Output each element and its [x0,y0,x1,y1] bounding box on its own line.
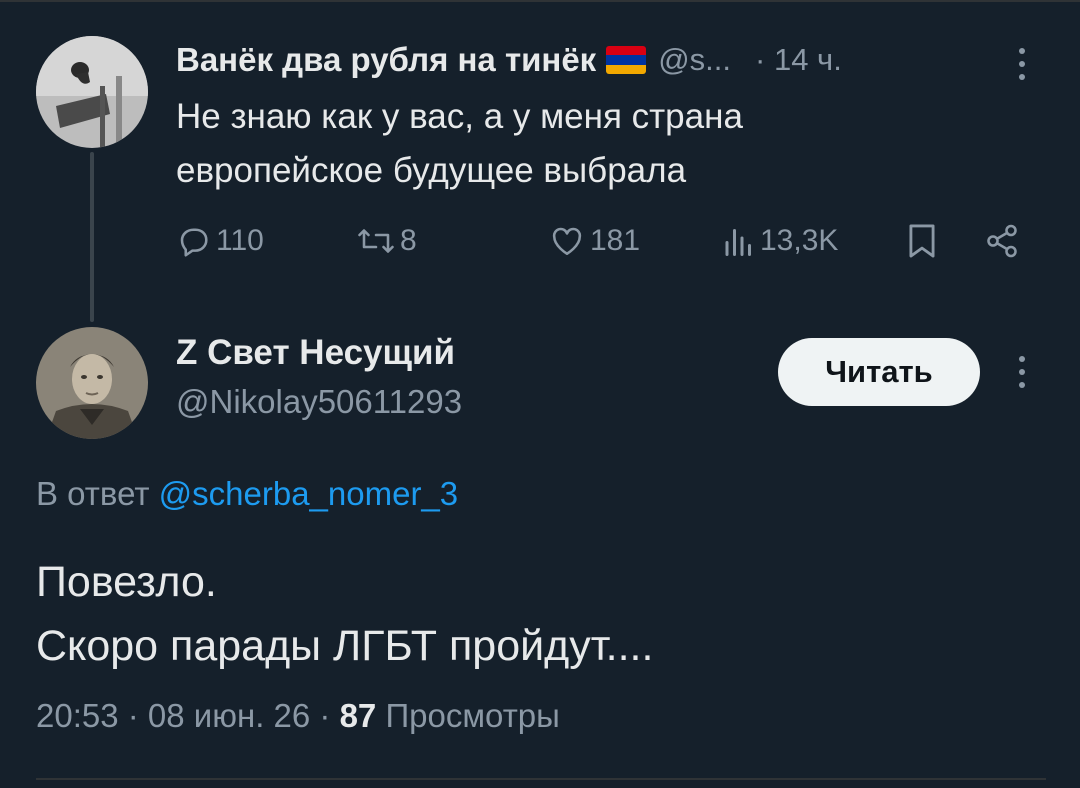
author-avatar[interactable] [36,327,148,439]
parent-tweet-text: Не знаю как у вас, а у меня страна европ… [176,90,1026,198]
reply-to-line: В ответ @scherba_nomer_3 [36,475,458,513]
parent-avatar[interactable] [36,36,148,148]
thread-line [90,152,94,322]
bookmark-button[interactable] [906,218,942,264]
views-count: 13,3K [760,224,839,257]
author-handle[interactable]: @Nikolay50611293 [176,383,462,421]
tweet-views-label: Просмотры [376,697,560,734]
retweet-button[interactable]: 8 [356,218,417,264]
parent-header: Ванёк два рубля на тинёк @s... · 14 ч. [176,36,1036,84]
parent-handle[interactable]: @s... [658,42,731,78]
retweet-icon [356,223,400,259]
tweet-text: Повезло. Скоро парады ЛГБТ пройдут.... [36,550,1036,678]
retweet-count: 8 [400,224,417,257]
like-icon [548,223,590,259]
reply-count: 110 [216,224,264,257]
follow-button[interactable]: Читать [778,338,980,406]
more-icon[interactable] [1010,352,1034,388]
views-button[interactable]: 13,3K [722,218,838,264]
tweet-text-line-2: Скоро парады ЛГБТ пройдут.... [36,622,654,670]
top-divider [0,0,1080,2]
reply-button[interactable]: 110 [176,218,264,264]
parent-text-line-2: европейское будущее выбрала [176,151,687,190]
tweet-text-line-1: Повезло. [36,558,217,606]
parent-time[interactable]: · 14 ч. [755,42,842,78]
bottom-divider [36,778,1046,780]
more-icon[interactable] [1010,44,1034,80]
armenia-flag-icon [606,46,647,74]
tweet-views-count: 87 [339,697,377,734]
reply-to-mention[interactable]: @scherba_nomer_3 [159,475,459,512]
views-icon [722,223,760,259]
reply-icon [176,223,216,259]
parent-text-line-1: Не знаю как у вас, а у меня страна [176,97,743,136]
tweet-timestamp[interactable]: 20:53 · 08 июн. 26 · [36,697,340,734]
like-button[interactable]: 181 [548,218,640,264]
author-name[interactable]: Z Свет Несущий [176,333,455,373]
share-icon [984,223,1024,259]
tweet-meta: 20:53 · 08 июн. 26 · 87 Просмотры [36,697,560,735]
share-button[interactable] [984,218,1024,264]
parent-author-name[interactable]: Ванёк два рубля на тинёк [176,41,596,79]
parent-actions: 110 8 181 13,3K [176,218,1036,264]
reply-to-prefix: В ответ [36,475,150,512]
like-count: 181 [590,224,641,257]
bookmark-icon [906,222,942,260]
